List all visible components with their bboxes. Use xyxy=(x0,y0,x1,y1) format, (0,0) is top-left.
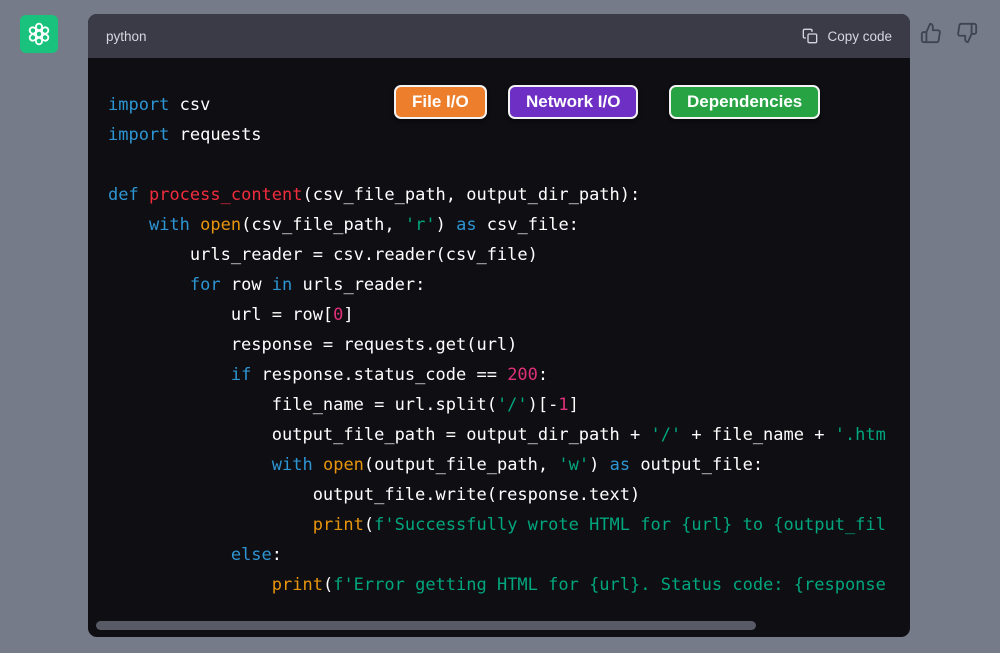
thumbs-up-icon xyxy=(920,22,942,44)
badge-network-io[interactable]: Network I/O xyxy=(508,85,638,119)
badge-file-io[interactable]: File I/O xyxy=(394,85,487,119)
language-label: python xyxy=(106,29,147,44)
code-area: import csv import requests def process_c… xyxy=(88,58,910,637)
code-block-header: python Copy code xyxy=(88,14,910,58)
copy-code-button[interactable]: Copy code xyxy=(802,28,892,44)
feedback-controls xyxy=(920,22,978,44)
copy-code-label: Copy code xyxy=(827,29,892,44)
horizontal-scrollbar[interactable] xyxy=(96,621,756,630)
thumbs-down-button[interactable] xyxy=(956,22,978,44)
badge-dependencies[interactable]: Dependencies xyxy=(669,85,820,119)
code-content: import csv import requests def process_c… xyxy=(88,58,910,600)
thumbs-up-button[interactable] xyxy=(920,22,942,44)
assistant-avatar xyxy=(20,15,58,53)
thumbs-down-icon xyxy=(956,22,978,44)
copy-icon xyxy=(802,28,818,44)
openai-logo-icon xyxy=(26,21,52,47)
code-block: python Copy code import csv import reque… xyxy=(88,14,910,637)
